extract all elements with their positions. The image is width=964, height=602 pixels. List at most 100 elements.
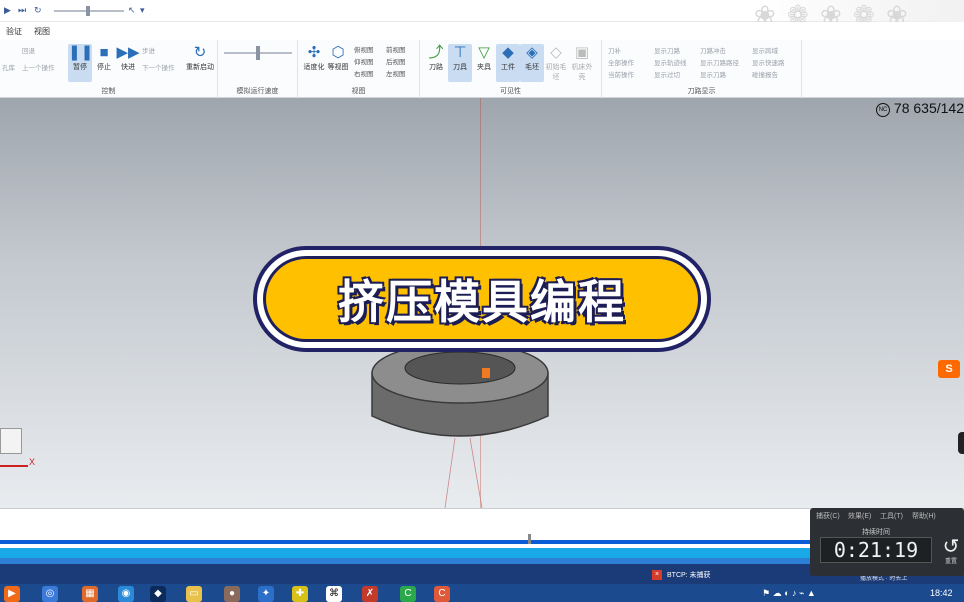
input-method-logo[interactable]: S (938, 360, 960, 378)
menu-view[interactable]: 视图 (34, 26, 50, 37)
tp-opt-12[interactable]: 碰撞报告 (752, 69, 778, 79)
taskbar-app-13-icon[interactable]: C (434, 586, 450, 602)
stock-toggle[interactable]: ◈ 毛坯 (520, 44, 544, 82)
group-visibility: ⤴ 刀路 ⊤ 刀具 ▽ 夹具 ◆ 工件 ◈ 毛坯 ◇ 初始毛坯 ▣ 机床外壳 可见性 (420, 40, 602, 98)
pause-button[interactable]: ❚❚ 暂停 (68, 44, 94, 82)
initial-stock-icon: ◇ (550, 44, 562, 61)
group-label-speed: 模拟运行速度 (236, 88, 279, 95)
restart-icon: ↻ (193, 44, 207, 61)
speed-slider-knob[interactable] (256, 46, 260, 60)
nc-icon: NC (876, 103, 891, 117)
group-label-toolpath: 刀路显示 (687, 88, 716, 95)
slider-knob[interactable] (86, 6, 90, 16)
fit-icon: ✣ (307, 44, 321, 61)
qat-speed-slider[interactable] (54, 6, 124, 16)
x-axis-indicator (0, 465, 28, 467)
tp-opt-10[interactable]: 显示过切 (654, 69, 680, 79)
taskbar-browser-icon[interactable]: ◉ (118, 586, 134, 602)
banner-text: 挤压模具编程 (338, 275, 626, 329)
timer-menu-effect[interactable]: 效果(E) (848, 511, 871, 521)
taskbar-app-1-icon[interactable]: ▶ (4, 586, 20, 602)
play-icon[interactable]: ▶ (4, 5, 11, 16)
machine-toggle[interactable]: ▣ 机床外壳 (570, 44, 594, 82)
stop-button[interactable]: ■ 停止 (92, 44, 116, 82)
tp-opt-7[interactable]: 显示刀路路径 (700, 57, 739, 67)
cursor-icon[interactable]: ↖ (128, 5, 136, 16)
timer-menu-help[interactable]: 帮助(H) (912, 511, 936, 521)
os-taskbar: ▶ ◎ ▦ ◉ ◆ ▭ ● ✦ ✚ ⌘ ✗ C C ⚑ ☁ ◐ ♪ ⌁ ▲ 18… (0, 584, 964, 602)
timer-menu-tools[interactable]: 工具(T) (880, 511, 903, 521)
stop-icon: ■ (99, 44, 109, 61)
step-button[interactable]: 步进 (142, 45, 155, 55)
simulation-viewport[interactable]: NC 78 635/142 挤压模具编程 X S (0, 98, 964, 508)
back-view-button[interactable]: 后视图 (386, 56, 406, 66)
tool-toggle[interactable]: ⊤ 刀具 (448, 44, 472, 82)
tp-opt-4[interactable]: 显示跨域 (752, 45, 778, 55)
close-icon[interactable]: × (652, 570, 662, 580)
timer-menu-capture[interactable]: 捕获(C) (816, 511, 840, 521)
group-label-visibility: 可见性 (500, 88, 521, 95)
skip-icon[interactable]: ⏭ (18, 5, 26, 16)
group-label-control: 控制 (101, 88, 116, 95)
taskbar-app-11-icon[interactable]: ✗ (362, 586, 378, 602)
tp-opt-11[interactable]: 显示刀路 (700, 69, 726, 79)
taskbar-app-8-icon[interactable]: ✦ (258, 586, 274, 602)
x-axis-label: X (29, 457, 36, 467)
menu-verify[interactable]: 验证 (6, 26, 22, 37)
iso-view-button[interactable]: ⬡ 等视图 (326, 44, 350, 82)
workpiece-toggle[interactable]: ◆ 工件 (496, 44, 520, 82)
view-cube[interactable] (0, 428, 22, 454)
group-toolpath-display: 刀补 显示刀路 刀路冲击 显示跨域 全部操作 显示轨迹线 显示刀路路径 显示快速… (602, 40, 802, 98)
tp-opt-9[interactable]: 当前操作 (608, 69, 634, 79)
top-view-button[interactable]: 俯视图 (354, 44, 374, 54)
loop-icon[interactable]: ↻ (34, 5, 42, 16)
group-speed: 模拟运行速度 (218, 40, 298, 98)
duration-clock: 0:21:19 (820, 537, 932, 563)
fit-view-button[interactable]: ✣ 适度化 (302, 44, 326, 82)
taskbar-capcut-icon[interactable]: ⌘ (326, 586, 342, 602)
recording-timer-widget: 捕获(C) 效果(E) 工具(T) 帮助(H) 持续时间 0:21:19 ↺ 重… (810, 508, 964, 576)
timeline-knob[interactable] (528, 534, 531, 544)
machine-icon: ▣ (574, 44, 590, 61)
pause-icon: ❚❚ (68, 44, 94, 61)
duration-label: 持续时间 (862, 529, 890, 536)
side-tab[interactable] (958, 432, 964, 454)
left-view-button[interactable]: 左视图 (386, 68, 406, 78)
taskbar-app-3-icon[interactable]: ▦ (82, 586, 98, 602)
fast-forward-button[interactable]: ▶▶ 快进 (116, 44, 140, 82)
taskbar-app-9-icon[interactable]: ✚ (292, 586, 308, 602)
group-control: 孔库 回退 上一个操作 ❚❚ 暂停 ■ 停止 ▶▶ 快进 步进 下一个操作 ↻ 重新启动… (0, 40, 218, 98)
group-view: ✣ 适度化 ⬡ 等视图 俯视图 前视图 仰视图 后视图 右视图 左视图 视图 (298, 40, 420, 98)
taskbar-folder-icon[interactable]: ▭ (186, 586, 202, 602)
right-view-button[interactable]: 右视图 (354, 68, 374, 78)
infobar-text: BTCP: 未捕获 (667, 572, 711, 579)
taskbar-app-2-icon[interactable]: ◎ (42, 586, 58, 602)
holder-toggle[interactable]: ▽ 夹具 (472, 44, 496, 82)
tp-opt-1[interactable]: 刀补 (608, 45, 621, 55)
tp-opt-3[interactable]: 刀路冲击 (700, 45, 726, 55)
tp-opt-8[interactable]: 显示快速路 (752, 57, 785, 67)
qat-dropdown-icon[interactable]: ▾ (140, 5, 145, 16)
next-op-button[interactable]: 下一个操作 (142, 62, 175, 72)
hole-lib-label[interactable]: 孔库 (2, 62, 15, 72)
prev-op-button[interactable]: 上一个操作 (22, 62, 55, 72)
workpiece-icon: ◆ (502, 44, 514, 61)
toolpath-toggle[interactable]: ⤴ 刀路 (424, 44, 448, 82)
workpiece-model[interactable] (360, 338, 560, 508)
tp-opt-5[interactable]: 全部操作 (608, 57, 634, 67)
bottom-view-button[interactable]: 仰视图 (354, 56, 374, 66)
initial-stock-toggle[interactable]: ◇ 初始毛坯 (544, 44, 568, 82)
taskbar-app-12-icon[interactable]: C (400, 586, 416, 602)
front-view-button[interactable]: 前视图 (386, 44, 406, 54)
taskbar-avatar-icon[interactable]: ● (224, 586, 240, 602)
restart-button[interactable]: ↻ 重新启动 (186, 44, 214, 82)
holder-icon: ▽ (478, 44, 490, 61)
group-label-view: 视图 (351, 88, 366, 95)
back-button[interactable]: 回退 (22, 45, 35, 55)
tray-icons[interactable]: ⚑ ☁ ◐ ♪ ⌁ ▲ (762, 588, 816, 599)
tp-opt-2[interactable]: 显示刀路 (654, 45, 680, 55)
banner-fill: 挤压模具编程 (263, 256, 701, 342)
taskbar-app-5-icon[interactable]: ◆ (150, 586, 166, 602)
quick-access-toolbar: ▶ ⏭ ↻ ↖ ▾ ❀ ❁ ❀ ❁ ❀ (0, 0, 964, 42)
tp-opt-6[interactable]: 显示轨迹线 (654, 57, 687, 67)
